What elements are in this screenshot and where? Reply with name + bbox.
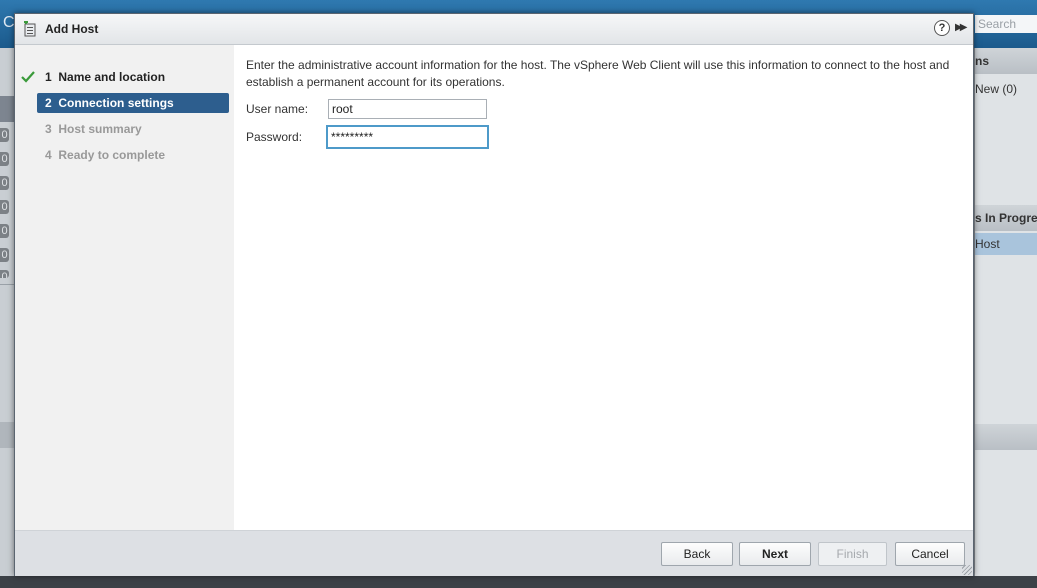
background-side-panel: ns New (0) s In Progre Host	[975, 48, 1037, 588]
dialog-title: Add Host	[45, 22, 99, 36]
username-label: User name:	[246, 102, 309, 116]
next-button[interactable]: Next	[739, 542, 811, 566]
count-badge: 0	[0, 248, 9, 262]
count-badge: 0	[0, 152, 9, 166]
add-host-dialog: Add Host ? ▶▶ 1 Name and location 2 Conn…	[14, 13, 974, 576]
resize-handle[interactable]	[962, 565, 972, 575]
wizard-step-connection-settings[interactable]: 2 Connection settings	[37, 93, 229, 113]
divider	[0, 422, 14, 448]
finish-button: Finish	[818, 542, 887, 566]
dialog-titlebar[interactable]: Add Host ? ▶▶	[15, 14, 973, 45]
new-count-label[interactable]: New (0)	[975, 78, 1037, 100]
step-number: 2	[45, 96, 52, 110]
step-description: Enter the administrative account informa…	[246, 58, 950, 89]
panel-header	[975, 424, 1037, 450]
panel-header-tasks: s In Progre	[975, 205, 1037, 231]
password-label: Password:	[246, 130, 303, 144]
count-badge: 0	[0, 200, 9, 214]
wizard-steps: 1 Name and location 2 Connection setting…	[15, 45, 234, 530]
password-field[interactable]	[326, 125, 489, 149]
cancel-button[interactable]: Cancel	[895, 542, 965, 566]
app-logo: C	[3, 14, 15, 31]
panel-header: ns	[975, 48, 1037, 74]
wizard-content: Enter the administrative account informa…	[234, 45, 973, 530]
help-icon[interactable]: ?	[934, 20, 950, 36]
username-field[interactable]	[328, 99, 487, 119]
count-badge: 0	[0, 270, 9, 278]
wizard-step-host-summary: 3 Host summary	[37, 119, 229, 139]
global-search-input[interactable]: Search	[975, 15, 1037, 33]
step-number: 3	[45, 122, 52, 136]
background-navigator: 0 0 0 0 0 0 0	[0, 48, 14, 588]
step-label: Name and location	[58, 70, 166, 84]
task-row[interactable]: Host	[975, 233, 1037, 255]
double-chevron-right-icon[interactable]: ▶▶	[955, 20, 971, 36]
step-number: 4	[45, 148, 52, 162]
step-label: Host summary	[58, 122, 142, 136]
step-label: Connection settings	[58, 96, 174, 110]
step-number: 1	[45, 70, 52, 84]
wizard-step-name-and-location[interactable]: 1 Name and location	[37, 67, 229, 87]
add-host-icon	[24, 21, 36, 37]
navigator-selected-row[interactable]	[0, 96, 14, 122]
check-icon	[21, 71, 35, 83]
count-badge: 0	[0, 224, 9, 238]
wizard-step-ready-to-complete: 4 Ready to complete	[37, 145, 229, 165]
app-footer	[0, 576, 1037, 588]
wizard-footer: Back Next Finish Cancel	[15, 530, 973, 576]
back-button[interactable]: Back	[661, 542, 733, 566]
step-label: Ready to complete	[58, 148, 166, 162]
count-badge: 0	[0, 176, 9, 190]
divider	[0, 284, 14, 285]
count-badge: 0	[0, 128, 9, 142]
